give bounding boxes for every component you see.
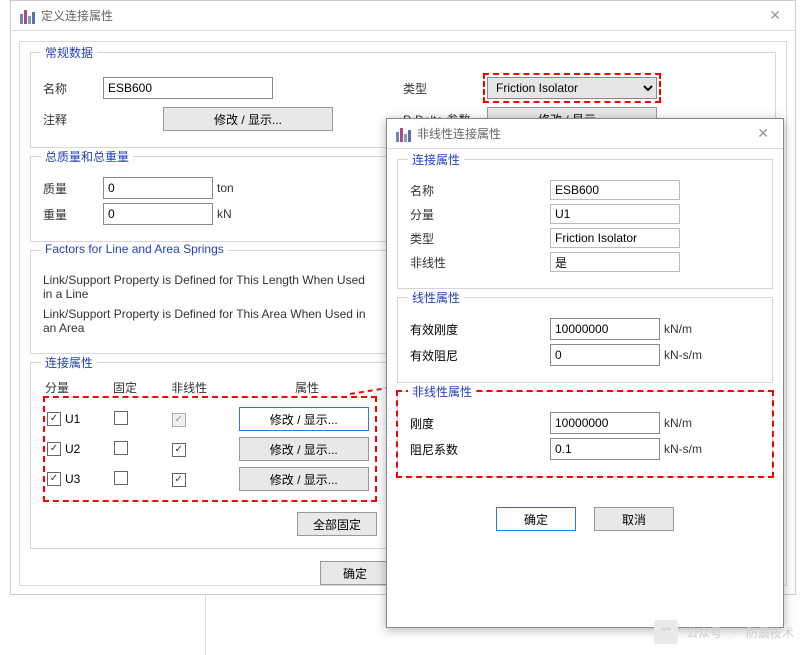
input-mass[interactable] [103, 177, 213, 199]
legend-sub-linear: 线性属性 [408, 289, 464, 306]
label-sub-dir: 分量 [410, 206, 470, 223]
group-mass: 总质量和总重量 质量 ton 重量 kN [30, 156, 390, 242]
hdr-dir: 分量 [45, 379, 113, 396]
input-lin-stiff[interactable] [550, 318, 660, 340]
table-row: ✓ U1 ✓ 修改 / 显示... [47, 404, 373, 434]
check-u2[interactable]: ✓ [47, 442, 61, 456]
value-sub-type: Friction Isolator [550, 228, 680, 248]
factors-area-text: Link/Support Property is Defined for Thi… [43, 307, 377, 335]
label-sub-nl: 非线性 [410, 254, 470, 271]
watermark-text2: 防震技术 [746, 624, 794, 641]
table-row: ✓ U2 ✓ 修改 / 显示... [47, 434, 373, 464]
label-weight: 重量 [43, 206, 103, 223]
wechat-icon: ❝❞ [654, 620, 678, 644]
input-lin-damp[interactable] [550, 344, 660, 366]
label-u1: U1 [65, 412, 80, 426]
sub-group-conn: 连接属性 名称ESB600 分量U1 类型Friction Isolator 非… [397, 159, 773, 289]
watermark-text1: 公众号 [686, 624, 722, 641]
table-row: ✓ U3 ✓ 修改 / 显示... [47, 464, 373, 494]
main-ok-button[interactable]: 确定 [320, 561, 390, 585]
label-u3: U3 [65, 472, 80, 486]
factors-line-text: Link/Support Property is Defined for Thi… [43, 273, 377, 301]
close-icon[interactable]: ✕ [751, 125, 775, 142]
check-u1[interactable]: ✓ [47, 412, 61, 426]
label-nl-stiff: 刚度 [410, 415, 550, 432]
sub-cancel-button[interactable]: 取消 [594, 507, 674, 531]
label-lin-damp: 有效阻尼 [410, 347, 550, 364]
app-icon [19, 8, 35, 24]
unit-nl-damp: kN-s/m [664, 442, 702, 456]
label-lin-stiff: 有效刚度 [410, 321, 550, 338]
unit-weight: kN [217, 207, 232, 221]
legend-sub-nonlinear: 非线性属性 [408, 383, 476, 400]
legend-mass: 总质量和总重量 [41, 148, 133, 165]
label-u2: U2 [65, 442, 80, 456]
decorative-line [205, 595, 206, 655]
label-name: 名称 [43, 80, 103, 97]
check-u3[interactable]: ✓ [47, 472, 61, 486]
check-u1-nl: ✓ [172, 413, 186, 427]
input-nl-stiff[interactable] [550, 412, 660, 434]
legend-connection: 连接属性 [41, 354, 97, 371]
main-titlebar: 定义连接属性 ✕ [11, 1, 795, 31]
group-connection: 连接属性 分量 固定 非线性 属性 ✓ U1 ✓ 修改 / 显 [30, 362, 390, 549]
button-u2-prop[interactable]: 修改 / 显示... [239, 437, 369, 461]
main-title: 定义连接属性 [41, 7, 763, 24]
conn-rows-highlight: ✓ U1 ✓ 修改 / 显示... ✓ U2 ✓ [43, 396, 377, 502]
unit-lin-damp: kN-s/m [664, 348, 702, 362]
unit-lin-stiff: kN/m [664, 322, 692, 336]
label-note: 注释 [43, 111, 103, 128]
sub-group-nonlinear: 非线性属性 刚度 kN/m 阻尼系数 kN-s/m [397, 391, 773, 477]
app-icon [395, 126, 411, 142]
unit-mass: ton [217, 181, 234, 195]
check-u2-nl[interactable]: ✓ [172, 443, 186, 457]
check-u2-fixed[interactable] [114, 441, 128, 455]
legend-sub-conn: 连接属性 [408, 151, 464, 168]
button-all-fixed[interactable]: 全部固定 [297, 512, 377, 536]
label-sub-type: 类型 [410, 230, 470, 247]
check-u3-nl[interactable]: ✓ [172, 473, 186, 487]
input-weight[interactable] [103, 203, 213, 225]
button-note-edit[interactable]: 修改 / 显示... [163, 107, 333, 131]
sub-group-linear: 线性属性 有效刚度 kN/m 有效阻尼 kN-s/m [397, 297, 773, 383]
legend-general: 常规数据 [41, 44, 97, 61]
hdr-nl: 非线性 [171, 379, 239, 396]
input-nl-damp[interactable] [550, 438, 660, 460]
label-mass: 质量 [43, 180, 103, 197]
value-sub-name: ESB600 [550, 180, 680, 200]
label-nl-damp: 阻尼系数 [410, 441, 550, 458]
check-u1-fixed[interactable] [114, 411, 128, 425]
sub-dialog: 非线性连接属性 ✕ 连接属性 名称 ESB600 分量 U1 类型 Friction … [386, 118, 784, 628]
label-type: 类型 [403, 80, 483, 97]
hdr-fix: 固定 [113, 379, 171, 396]
input-name[interactable] [103, 77, 273, 99]
close-icon[interactable]: ✕ [763, 7, 787, 24]
label-sub-name: 名称 [410, 182, 470, 199]
sub-titlebar: 非线性连接属性 ✕ [387, 119, 783, 149]
button-u3-prop[interactable]: 修改 / 显示... [239, 467, 369, 491]
watermark: ❝❞ 公众号 · 防震技术 [654, 620, 794, 644]
hdr-prop: 属性 [239, 379, 375, 396]
unit-nl-stiff: kN/m [664, 416, 692, 430]
value-sub-nl: 是 [550, 252, 680, 272]
value-sub-dir: U1 [550, 204, 680, 224]
group-factors: Factors for Line and Area Springs Link/S… [30, 250, 390, 354]
sub-ok-button[interactable]: 确定 [496, 507, 576, 531]
check-u3-fixed[interactable] [114, 471, 128, 485]
sub-title: 非线性连接属性 [417, 125, 751, 142]
legend-factors: Factors for Line and Area Springs [41, 242, 228, 256]
select-type[interactable]: Friction Isolator [487, 77, 657, 99]
button-u1-prop[interactable]: 修改 / 显示... [239, 407, 369, 431]
